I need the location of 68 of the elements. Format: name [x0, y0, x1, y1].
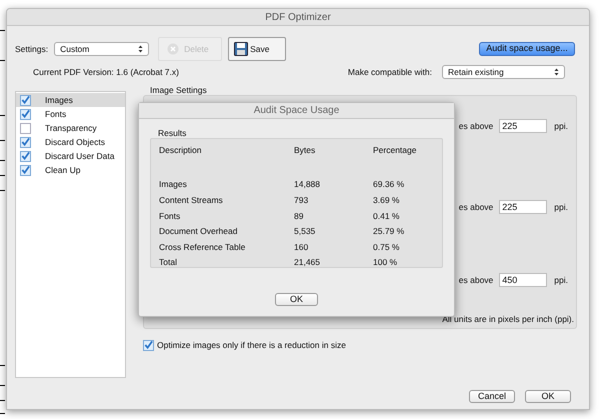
checkbox[interactable]	[20, 136, 31, 148]
table-cell-text: 160	[294, 240, 310, 254]
caret-icon	[138, 45, 144, 53]
window-title: PDF Optimizer	[7, 9, 589, 26]
table-cell-text: 5,535	[294, 225, 316, 238]
table-cell-text: Fonts	[159, 210, 182, 222]
table-cell: 25.79 %	[373, 225, 404, 238]
category-label: Images	[45, 94, 73, 106]
table-cell-text: Document Overhead	[159, 225, 238, 238]
category-label: Discard User Data	[45, 150, 114, 162]
table-cell-text: Cross Reference Table	[159, 240, 246, 254]
ok-button[interactable]: OK	[525, 390, 571, 403]
delete-icon	[167, 43, 180, 55]
checkbox[interactable]	[20, 94, 31, 106]
category-item[interactable]: Clean Up	[16, 163, 125, 177]
category-item[interactable]: Transparency	[16, 121, 125, 135]
category-label: Transparency	[45, 122, 97, 134]
unit-label: ppi.	[554, 274, 568, 286]
checkbox[interactable]	[143, 340, 154, 351]
setting-label: es above	[458, 274, 494, 286]
category-item[interactable]: Fonts	[16, 107, 125, 121]
ppi-field[interactable]: 450	[499, 273, 548, 287]
table-cell-text: 21,465	[294, 256, 321, 270]
table-cell-text: Total	[159, 256, 178, 270]
table-cell-text: 89	[294, 210, 304, 222]
caret-icon	[554, 68, 559, 76]
column-header: Percentage	[373, 144, 416, 156]
table-cell-text: Content Streams	[159, 194, 224, 207]
checkbox[interactable]	[20, 150, 31, 162]
table-cell-text: 14,888	[294, 178, 321, 192]
audit-space-usage-button[interactable]: Audit space usage...	[479, 42, 575, 56]
unit-label: ppi.	[554, 120, 568, 132]
dialog-ok-button[interactable]: OK	[275, 293, 318, 306]
settings-dropdown[interactable]: Custom	[54, 42, 150, 56]
image-settings-title: Image Settings	[150, 86, 208, 95]
setting-label: es above	[458, 120, 494, 132]
checkbox[interactable]	[20, 164, 31, 176]
cancel-button[interactable]: Cancel	[469, 390, 515, 403]
table-cell: 100 %	[373, 256, 398, 270]
unit-label: ppi.	[554, 200, 568, 214]
make-compatible-label: Make compatible with:	[348, 66, 432, 78]
optimize-checkbox-label: Optimize images only if there is a reduction in size	[157, 339, 346, 352]
dialog-title: Audit Space Usage	[139, 103, 454, 119]
checkbox[interactable]	[20, 108, 31, 120]
category-label: Discard Objects	[45, 136, 105, 148]
category-item[interactable]: Images	[16, 93, 125, 107]
checkbox[interactable]	[20, 122, 31, 134]
column-header: Bytes	[294, 144, 316, 156]
save-button[interactable]: Save	[228, 37, 286, 61]
table-cell-text: 793	[294, 194, 310, 207]
table-cell: 69.36 %	[373, 178, 404, 192]
category-item[interactable]: Discard User Data	[16, 149, 125, 163]
table-cell-text: Images	[159, 178, 188, 192]
checkmark-icon	[144, 340, 153, 350]
results-label: Results	[158, 128, 188, 138]
setting-label: es above	[458, 200, 494, 214]
ppi-field[interactable]: 225	[499, 119, 548, 133]
table-cell: 3.69 %	[373, 194, 400, 207]
ppi-field[interactable]: 225	[499, 200, 548, 214]
category-label: Fonts	[45, 108, 66, 120]
compatibility-dropdown[interactable]: Retain existing	[442, 65, 565, 79]
table-cell: 0.75 %	[373, 240, 400, 254]
settings-label: Settings:	[15, 42, 48, 56]
category-label: Clean Up	[45, 164, 80, 176]
table-cell: 0.41 %	[373, 210, 400, 222]
category-item[interactable]: Discard Objects	[16, 135, 125, 149]
pdf-version-label: Current PDF Version: 1.6 (Acrobat 7.x)	[33, 66, 179, 78]
column-header: Description	[159, 144, 203, 156]
